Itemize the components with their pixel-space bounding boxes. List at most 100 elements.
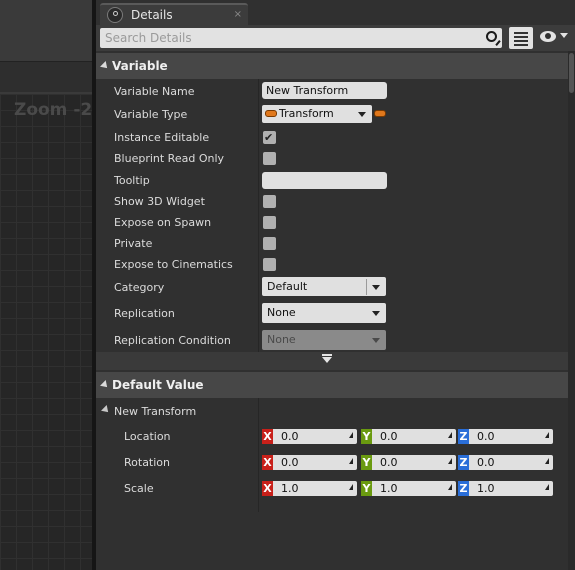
resize-handle-icon [448,432,452,438]
section-title-default-value: Default Value [112,378,204,392]
label-new-transform-group: New Transform [114,405,197,418]
axis-x-label: X [262,429,273,444]
axis-y-label: Y [361,481,372,496]
section-header-default-value[interactable]: Default Value [96,372,568,398]
private-checkbox[interactable] [263,237,276,250]
instance-editable-checkbox[interactable]: ✔ [263,131,276,144]
graph-toolbar-area [0,0,95,62]
editor-root: Zoom -2 Details × Search Details Variabl… [0,0,575,570]
label-expose-to-cinematics: Expose to Cinematics [114,258,233,271]
category-value: Default [267,280,308,293]
replication-condition-dropdown: None [262,330,386,350]
search-details-input[interactable]: Search Details [100,28,502,48]
checkmark-icon: ✔ [264,131,274,144]
scale-y-field[interactable]: Y 1.0 [361,481,456,496]
axis-x-label: X [262,455,273,470]
chevron-down-icon [358,112,366,117]
scale-x-value[interactable]: 1.0 [273,481,357,496]
search-icon[interactable] [486,31,497,42]
replication-condition-value: None [267,333,296,346]
chevron-down-icon[interactable] [560,33,568,38]
chevron-down-icon [372,311,380,316]
section-header-variable[interactable]: Variable [96,53,568,79]
axis-y-label: Y [361,455,372,470]
variable-type-dropdown[interactable]: Transform [262,105,372,123]
rotation-x-value[interactable]: 0.0 [273,455,357,470]
label-tooltip: Tooltip [114,174,150,187]
chevron-down-icon [372,285,380,290]
section-title-variable: Variable [112,59,168,73]
resize-handle-icon [545,458,549,464]
scale-x-field[interactable]: X 1.0 [262,481,357,496]
replication-value: None [267,306,296,319]
resize-handle-icon [349,484,353,490]
label-show-3d-widget: Show 3D Widget [114,195,205,208]
scale-z-value[interactable]: 1.0 [469,481,553,496]
chevron-down-icon [372,338,380,343]
scale-y-value[interactable]: 1.0 [372,481,456,496]
graph-header-strip [0,62,95,92]
rotation-y-value[interactable]: 0.0 [372,455,456,470]
graph-canvas[interactable] [0,92,92,570]
replication-dropdown[interactable]: None [262,303,386,323]
container-type-pill-icon[interactable] [374,110,386,117]
label-instance-editable: Instance Editable [114,131,210,144]
label-blueprint-read-only: Blueprint Read Only [114,152,225,165]
location-y-value[interactable]: 0.0 [372,429,456,444]
location-y-field[interactable]: Y 0.0 [361,429,456,444]
resize-handle-icon [448,458,452,464]
variable-name-input[interactable]: New Transform [262,82,387,99]
collapse-arrow-icon [100,380,110,390]
details-toolbar: Search Details [96,25,575,51]
label-location: Location [124,430,171,443]
details-tab[interactable]: Details × [100,3,248,25]
rotation-z-field[interactable]: Z 0.0 [458,455,553,470]
resize-handle-icon [545,432,549,438]
show-3d-widget-checkbox[interactable] [263,195,276,208]
collapse-arrow-icon [100,61,110,71]
details-scrollbar[interactable] [568,51,575,570]
location-x-value[interactable]: 0.0 [273,429,357,444]
scale-z-field[interactable]: Z 1.0 [458,481,553,496]
expand-down-icon [322,354,332,363]
label-rotation: Rotation [124,456,171,469]
label-variable-type: Variable Type [114,108,188,121]
label-replication: Replication [114,307,175,320]
resize-handle-icon [349,432,353,438]
details-panel: Details × Search Details Variable Variab… [96,0,575,570]
variable-type-value: Transform [279,107,334,120]
zoom-level-label: Zoom -2 [14,100,93,120]
rotation-y-field[interactable]: Y 0.0 [361,455,456,470]
resize-handle-icon [349,458,353,464]
property-matrix-icon[interactable] [509,27,533,49]
axis-z-label: Z [458,455,469,470]
close-icon[interactable]: × [234,9,242,20]
column-divider [258,79,259,352]
rotation-z-value[interactable]: 0.0 [469,455,553,470]
location-z-value[interactable]: 0.0 [469,429,553,444]
category-combo[interactable]: Default [262,277,386,296]
scrollbar-thumb[interactable] [569,53,574,93]
label-variable-name: Variable Name [114,85,195,98]
label-replication-condition: Replication Condition [114,334,231,347]
details-search-icon [107,7,123,23]
label-category: Category [114,281,165,294]
resize-handle-icon [448,484,452,490]
type-pill-icon [265,110,277,117]
collapse-arrow-icon[interactable] [101,405,111,415]
axis-y-label: Y [361,429,372,444]
expose-on-spawn-checkbox[interactable] [263,216,276,229]
search-placeholder: Search Details [105,31,192,45]
blueprint-read-only-checkbox[interactable] [263,152,276,165]
rotation-x-field[interactable]: X 0.0 [262,455,357,470]
advanced-expander[interactable] [96,352,568,370]
eye-icon[interactable] [540,31,556,42]
location-x-field[interactable]: X 0.0 [262,429,357,444]
details-tab-label: Details [131,8,173,22]
axis-z-label: Z [458,429,469,444]
label-expose-on-spawn: Expose on Spawn [114,216,212,229]
expose-to-cinematics-checkbox[interactable] [263,258,276,271]
axis-z-label: Z [458,481,469,496]
location-z-field[interactable]: Z 0.0 [458,429,553,444]
tooltip-input[interactable] [262,172,387,189]
